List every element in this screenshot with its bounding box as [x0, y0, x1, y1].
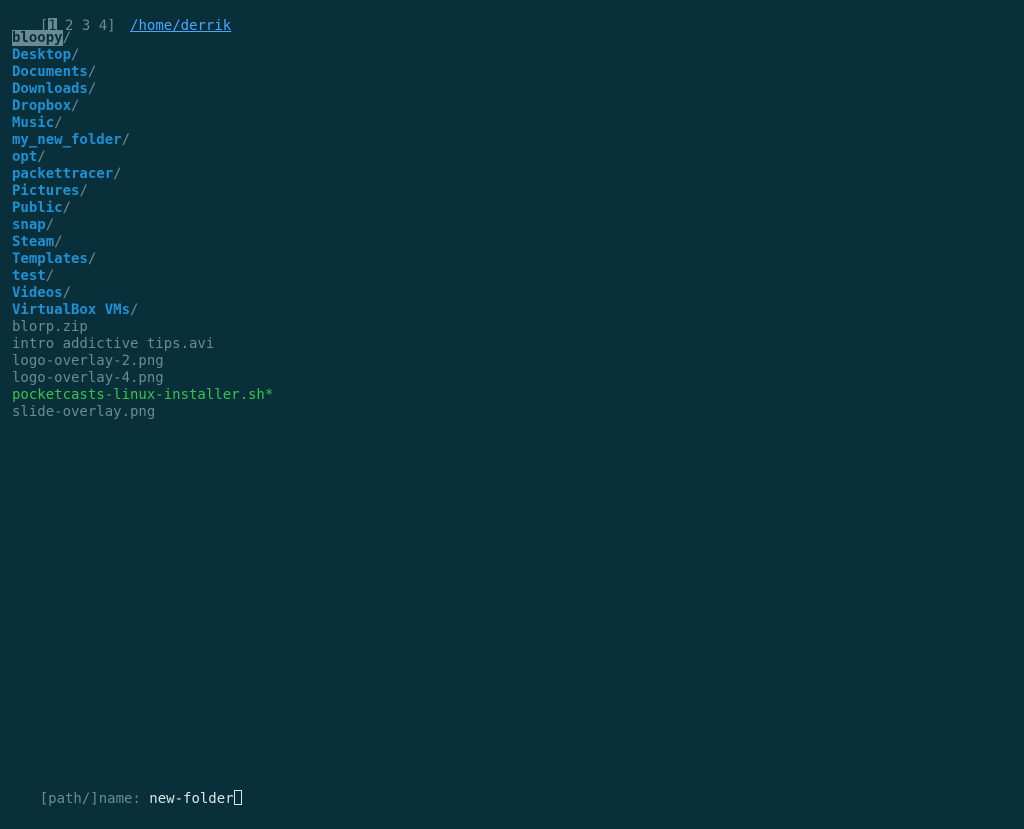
dir-name: Public: [12, 200, 63, 216]
list-item[interactable]: my_new_folder/: [12, 132, 273, 149]
dir-name: my_new_folder: [12, 132, 122, 148]
list-item[interactable]: Public/: [12, 200, 273, 217]
list-item[interactable]: Pictures/: [12, 183, 273, 200]
slash-icon: /: [88, 64, 96, 80]
list-item[interactable]: packettracer/: [12, 166, 273, 183]
slash-icon: /: [71, 47, 79, 63]
list-item[interactable]: Documents/: [12, 64, 273, 81]
dir-name: Steam: [12, 234, 54, 250]
terminal-screen: [1 2 3 4] /home/derrik bloopy/Desktop/Do…: [0, 0, 1024, 829]
list-item[interactable]: opt/: [12, 149, 273, 166]
prompt-label: [path/]name:: [40, 791, 150, 807]
list-item[interactable]: test/: [12, 268, 273, 285]
file-name: logo-overlay-4.png: [12, 370, 164, 386]
slash-icon: /: [63, 285, 71, 301]
slash-icon: /: [37, 149, 45, 165]
slash-icon: /: [113, 166, 121, 182]
slash-icon: /: [88, 251, 96, 267]
list-item[interactable]: bloopy/: [12, 30, 273, 47]
slash-icon: /: [88, 81, 96, 97]
file-name: slide-overlay.png: [12, 404, 155, 420]
dir-name: Templates: [12, 251, 88, 267]
exec-suffix: *: [265, 387, 273, 403]
slash-icon: /: [63, 200, 71, 216]
list-item[interactable]: Templates/: [12, 251, 273, 268]
list-item[interactable]: logo-overlay-4.png: [12, 370, 273, 387]
file-listing[interactable]: bloopy/Desktop/Documents/Downloads/Dropb…: [12, 30, 273, 421]
file-name: blorp.zip: [12, 319, 88, 335]
status-bar: [path/]name: new-folder: [0, 768, 1024, 829]
dir-name: packettracer: [12, 166, 113, 182]
list-item[interactable]: Downloads/: [12, 81, 273, 98]
list-item[interactable]: logo-overlay-2.png: [12, 353, 273, 370]
dir-name: Music: [12, 115, 54, 131]
list-item[interactable]: Desktop/: [12, 47, 273, 64]
cursor-icon: [234, 790, 242, 805]
slash-icon: /: [122, 132, 130, 148]
list-item[interactable]: pocketcasts-linux-installer.sh*: [12, 387, 273, 404]
slash-icon: /: [54, 234, 62, 250]
dir-name: Pictures: [12, 183, 79, 199]
dir-name: Desktop: [12, 47, 71, 63]
slash-icon: /: [130, 302, 138, 318]
slash-icon: /: [79, 183, 87, 199]
list-item[interactable]: Dropbox/: [12, 98, 273, 115]
list-item[interactable]: Music/: [12, 115, 273, 132]
dir-name: VirtualBox VMs: [12, 302, 130, 318]
slash-icon: /: [46, 217, 54, 233]
slash-icon: /: [63, 30, 71, 46]
slash-icon: /: [46, 268, 54, 284]
list-item[interactable]: Videos/: [12, 285, 273, 302]
dir-name: test: [12, 268, 46, 284]
list-item[interactable]: slide-overlay.png: [12, 404, 273, 421]
dir-name: Videos: [12, 285, 63, 301]
list-item[interactable]: snap/: [12, 217, 273, 234]
exec-name: pocketcasts-linux-installer.sh: [12, 387, 265, 403]
file-name: intro addictive tips.avi: [12, 336, 214, 352]
list-item[interactable]: intro addictive tips.avi: [12, 336, 273, 353]
dir-name: opt: [12, 149, 37, 165]
dir-name: snap: [12, 217, 46, 233]
dir-name: Dropbox: [12, 98, 71, 114]
dir-name: Downloads: [12, 81, 88, 97]
file-name: logo-overlay-2.png: [12, 353, 164, 369]
slash-icon: /: [71, 98, 79, 114]
slash-icon: /: [54, 115, 62, 131]
dir-name: bloopy: [12, 30, 63, 46]
list-item[interactable]: VirtualBox VMs/: [12, 302, 273, 319]
prompt-input[interactable]: new-folder: [149, 791, 233, 807]
dir-name: Documents: [12, 64, 88, 80]
list-item[interactable]: Steam/: [12, 234, 273, 251]
list-item[interactable]: blorp.zip: [12, 319, 273, 336]
